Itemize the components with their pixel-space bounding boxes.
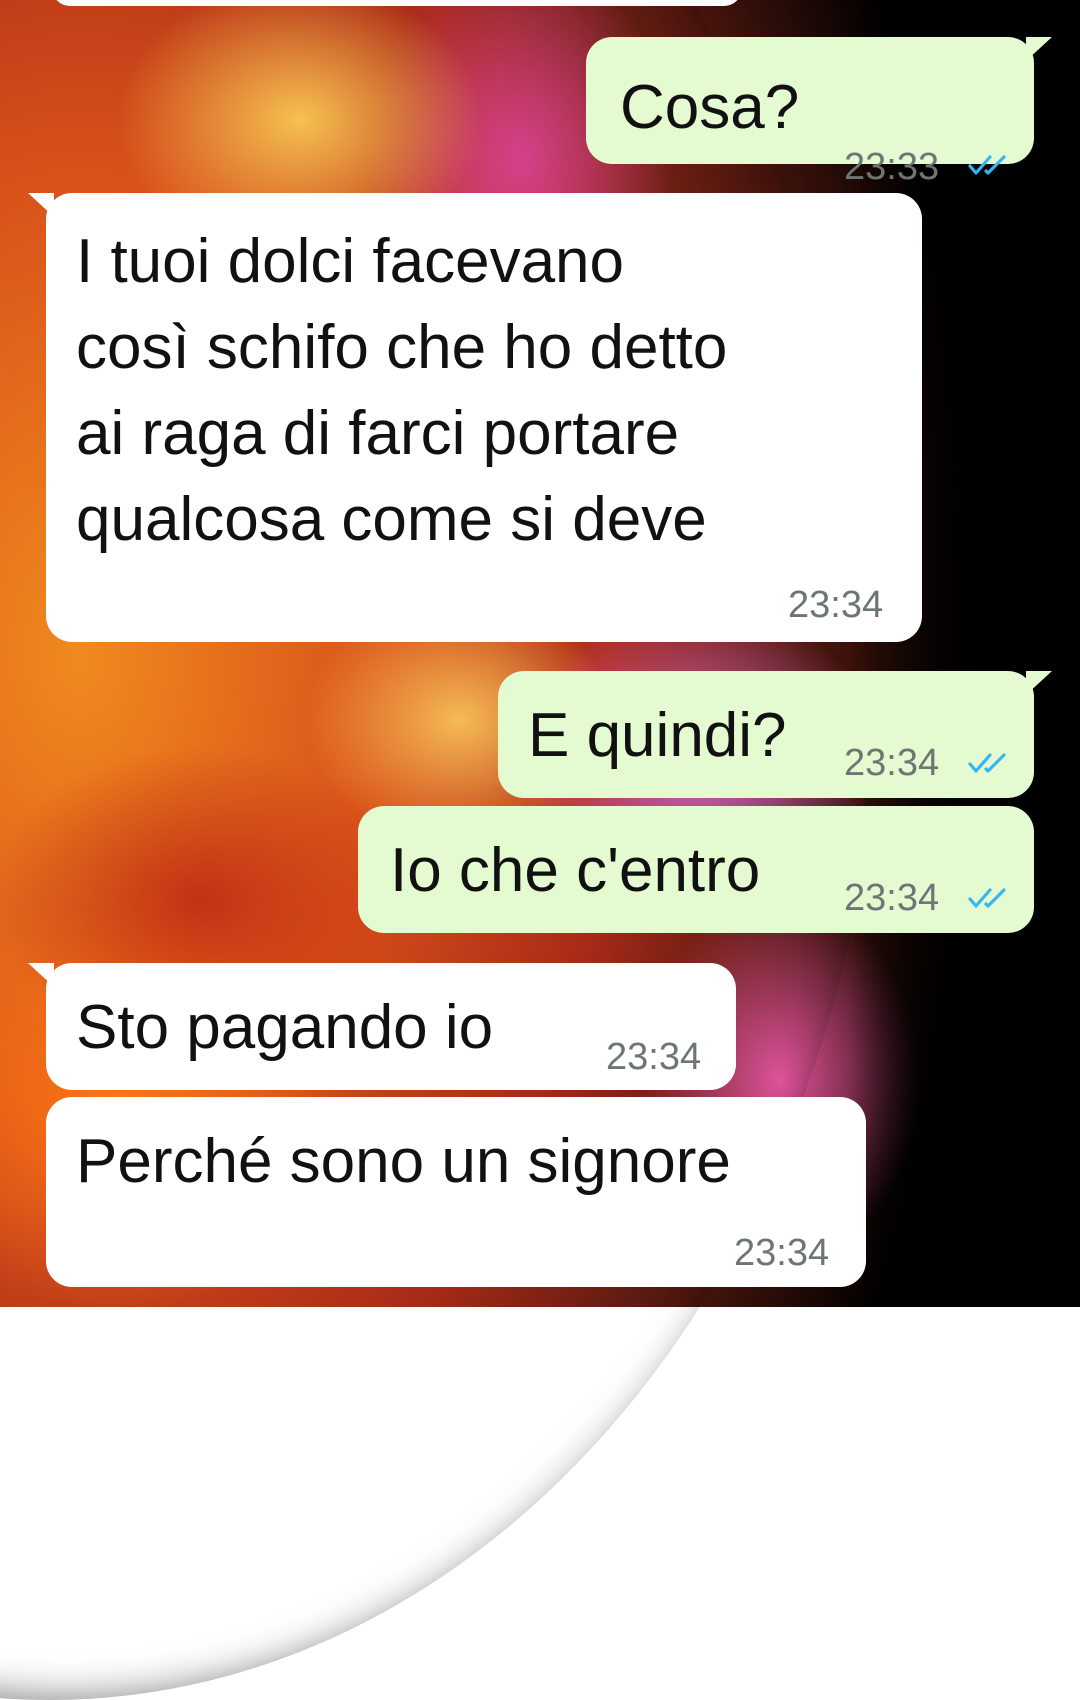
message-bubble-incoming[interactable]: Perché sono un signore 23:34 [46, 1097, 866, 1287]
message-text: Cosa? [620, 73, 800, 142]
message-time: 23:34 [844, 877, 940, 919]
double-check-icon [968, 155, 1006, 175]
bubble-tail [1026, 671, 1052, 695]
message-text: Sto pagando io [76, 993, 494, 1062]
message-text: Perché sono un signore [76, 1127, 731, 1196]
message-text: I tuoi dolci facevano così schifo che ho… [76, 227, 728, 554]
message-bubble-outgoing[interactable]: Cosa? 23:33 [586, 37, 1052, 187]
message-bubble-incoming[interactable]: Sto pagando io 23:34 [28, 963, 736, 1090]
message-time: 23:33 [844, 146, 940, 188]
message-time: 23:34 [734, 1232, 830, 1274]
message-bubble-outgoing[interactable]: Io che c'entro 23:34 [358, 806, 1034, 933]
bubble-tail [1026, 37, 1052, 61]
double-check-icon [968, 888, 1006, 908]
double-check-icon [968, 753, 1006, 773]
message-time: 23:34 [844, 742, 940, 784]
message-text: Io che c'entro [390, 836, 761, 905]
message-bubble-incoming[interactable]: I tuoi dolci facevano così schifo che ho… [28, 193, 922, 642]
message-bubble-outgoing[interactable]: E quindi? 23:34 [498, 671, 1052, 798]
bubble-tail [28, 963, 54, 987]
cut-off-message-bubble[interactable] [52, 0, 742, 6]
message-time: 23:34 [788, 584, 884, 626]
message-time: 23:34 [606, 1036, 702, 1078]
message-text: E quindi? [528, 701, 787, 770]
bubble-tail [28, 193, 54, 217]
